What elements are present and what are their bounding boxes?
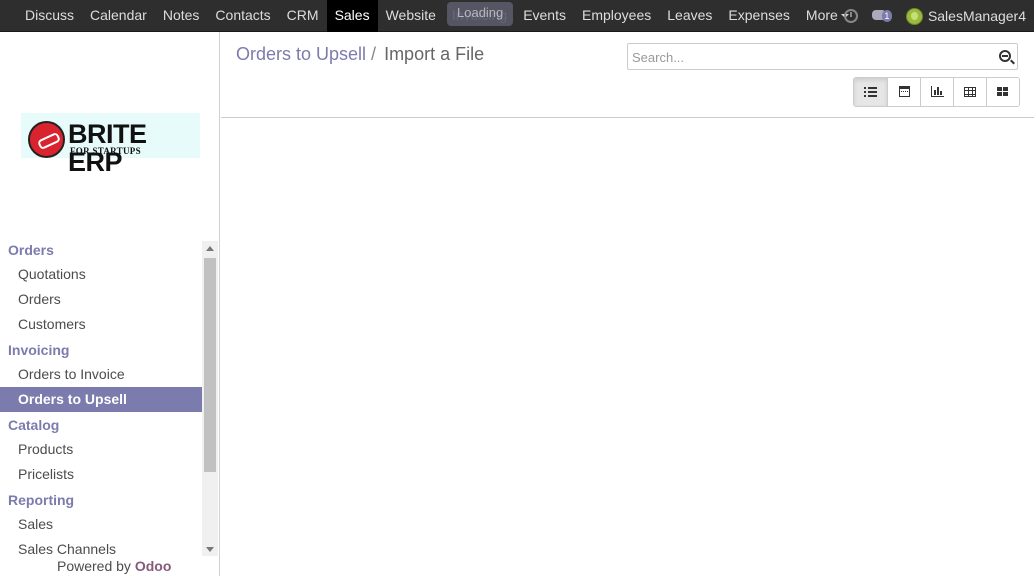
nav-website[interactable]: Website bbox=[378, 0, 444, 32]
pivot-table-icon bbox=[964, 87, 976, 97]
powered-by: Powered by Odoo bbox=[57, 558, 171, 574]
nav-expenses[interactable]: Expenses bbox=[720, 0, 797, 32]
control-panel: Orders to Upsell / Import a File bbox=[221, 32, 1034, 118]
scroll-up-icon[interactable] bbox=[206, 246, 214, 251]
logo-subtitle: FOR STARTUPS bbox=[70, 146, 141, 156]
top-navbar: Discuss Calendar Notes Contacts CRM Sale… bbox=[0, 0, 1034, 32]
list-view-button[interactable] bbox=[854, 78, 887, 106]
pivot-view-button[interactable] bbox=[953, 78, 986, 106]
nav-crm[interactable]: CRM bbox=[279, 0, 327, 32]
breadcrumb: Orders to Upsell / Import a File bbox=[236, 44, 484, 65]
sidebar-item-quotations[interactable]: Quotations bbox=[0, 262, 202, 287]
avatar[interactable] bbox=[905, 7, 923, 25]
nav-more-label: More bbox=[805, 7, 838, 23]
section-orders: Orders bbox=[8, 242, 54, 258]
section-catalog: Catalog bbox=[8, 417, 60, 433]
sidebar-item-customers[interactable]: Customers bbox=[0, 312, 202, 337]
scroll-down-icon[interactable] bbox=[206, 547, 214, 552]
graph-view-button[interactable] bbox=[920, 78, 953, 106]
systray: 1 SalesManager4 bbox=[843, 0, 1026, 32]
odoo-link[interactable]: Odoo bbox=[135, 558, 172, 574]
kanban-view-button[interactable] bbox=[986, 78, 1019, 106]
breadcrumb-parent[interactable]: Orders to Upsell bbox=[236, 44, 366, 65]
nav-contacts[interactable]: Contacts bbox=[207, 0, 278, 32]
sidebar-item-orders[interactable]: Orders bbox=[0, 287, 202, 312]
search-input[interactable] bbox=[632, 48, 987, 66]
sidebar-item-sales-channels[interactable]: Sales Channels bbox=[0, 537, 202, 555]
user-menu[interactable]: SalesManager4 bbox=[928, 8, 1026, 24]
sidebar-item-pricelists[interactable]: Pricelists bbox=[0, 462, 202, 487]
logo-mark-icon bbox=[28, 121, 65, 158]
sidebar-scrollbar[interactable] bbox=[202, 241, 218, 556]
breadcrumb-separator: / bbox=[371, 44, 377, 64]
calendar-icon bbox=[899, 86, 910, 97]
section-reporting: Reporting bbox=[8, 492, 75, 508]
chat-count-badge: 1 bbox=[881, 10, 892, 22]
view-switcher bbox=[853, 77, 1020, 107]
list-icon bbox=[864, 87, 877, 97]
app-menu: Discuss Calendar Notes Contacts CRM Sale… bbox=[17, 0, 857, 32]
sidebar-menu: Orders Quotations Orders Customers Invoi… bbox=[0, 237, 202, 555]
search-box bbox=[627, 43, 1018, 70]
chat-icon[interactable]: 1 bbox=[871, 9, 894, 23]
nav-sales[interactable]: Sales bbox=[326, 0, 378, 32]
nav-calendar[interactable]: Calendar bbox=[82, 0, 155, 32]
sidebar-item-products[interactable]: Products bbox=[0, 437, 202, 462]
nav-discuss[interactable]: Discuss bbox=[17, 0, 82, 32]
page-title: Import a File bbox=[384, 44, 485, 64]
loading-indicator: Loading bbox=[447, 2, 514, 26]
company-logo: BRITE ERP FOR STARTUPS bbox=[21, 113, 200, 176]
nav-leaves[interactable]: Leaves bbox=[659, 0, 720, 32]
sidebar-item-sales[interactable]: Sales bbox=[0, 512, 202, 537]
kanban-icon bbox=[997, 87, 1009, 97]
sidebar-item-orders-to-upsell[interactable]: Orders to Upsell bbox=[0, 387, 202, 412]
powered-by-text: Powered by bbox=[57, 558, 131, 574]
bar-chart-icon bbox=[931, 86, 944, 97]
scroll-thumb[interactable] bbox=[204, 258, 216, 472]
main-content-area bbox=[221, 119, 1034, 576]
search-icon[interactable] bbox=[999, 50, 1011, 62]
sidebar: BRITE ERP FOR STARTUPS Orders Quotations… bbox=[0, 32, 220, 576]
nav-employees[interactable]: Employees bbox=[574, 0, 659, 32]
nav-events[interactable]: Events bbox=[515, 0, 574, 32]
section-invoicing: Invoicing bbox=[8, 342, 70, 358]
clock-icon[interactable] bbox=[843, 9, 858, 23]
nav-notes[interactable]: Notes bbox=[155, 0, 208, 32]
sidebar-item-orders-to-invoice[interactable]: Orders to Invoice bbox=[0, 362, 202, 387]
calendar-view-button[interactable] bbox=[887, 78, 920, 106]
